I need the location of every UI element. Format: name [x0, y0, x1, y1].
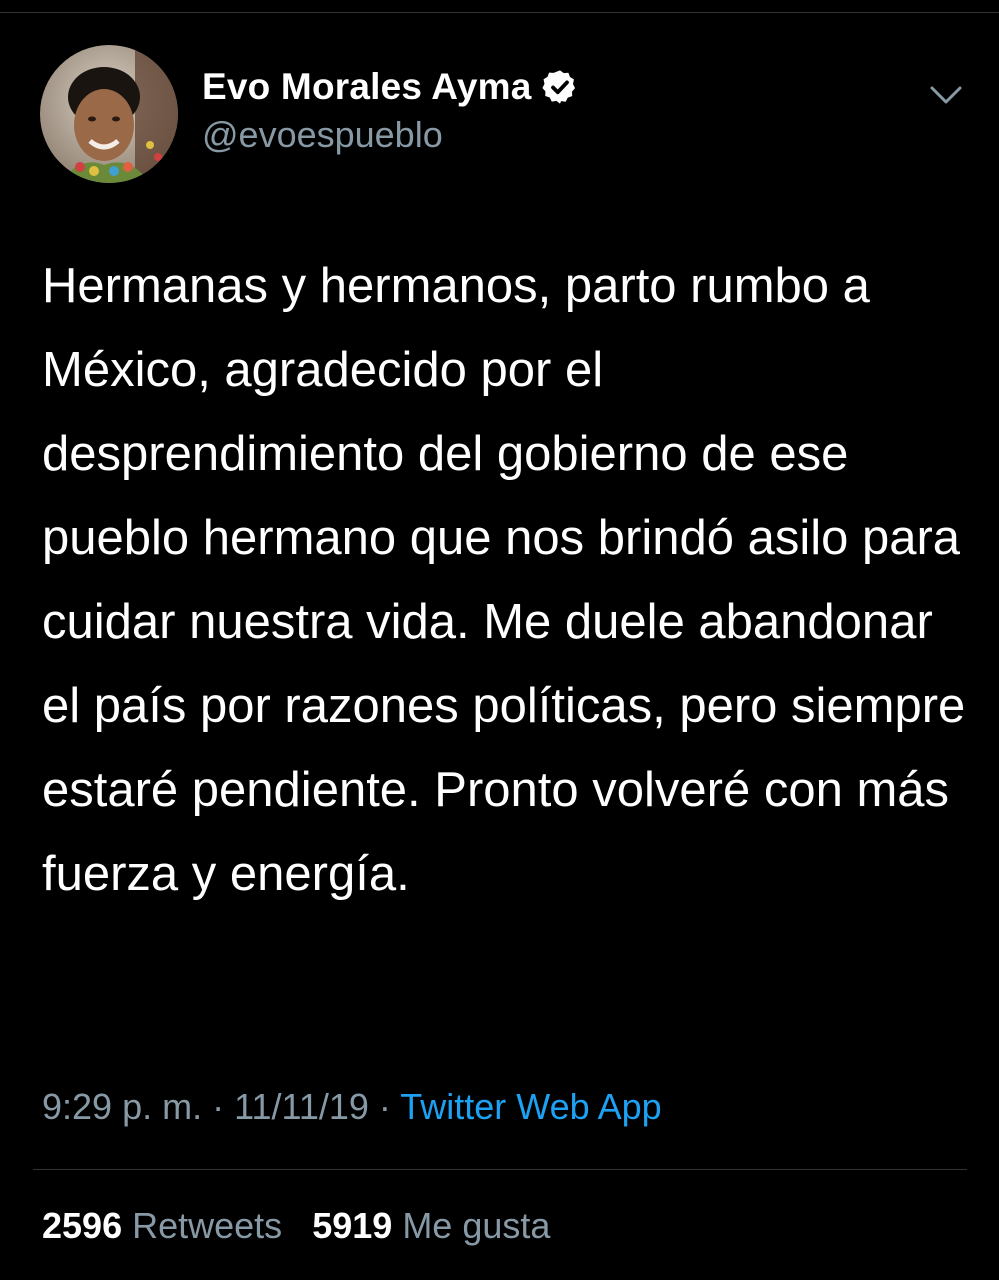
- meta-separator: ·: [368, 1086, 401, 1127]
- retweets-count: 2596: [42, 1205, 123, 1246]
- retweets-stat[interactable]: 2596 Retweets: [42, 1205, 282, 1246]
- tweet-meta: 9:29 p. m. · 11/11/19 · Twitter Web App: [42, 1086, 662, 1128]
- avatar[interactable]: [40, 45, 178, 183]
- author-handle[interactable]: @evoespueblo: [202, 114, 443, 156]
- tweet-date[interactable]: 11/11/19: [234, 1086, 369, 1127]
- top-divider: [0, 12, 999, 13]
- tweet-text: Hermanas y hermanos, parto rumbo a Méxic…: [42, 259, 966, 901]
- retweets-label: Retweets: [132, 1205, 283, 1246]
- tweet-stats: 2596 Retweets 5919 Me gusta: [42, 1205, 550, 1247]
- tweet-source-link[interactable]: Twitter Web App: [400, 1086, 661, 1127]
- tweet-time[interactable]: 9:29 p. m.: [42, 1086, 202, 1127]
- likes-count: 5919: [312, 1205, 393, 1246]
- likes-label: Me gusta: [402, 1205, 551, 1246]
- author-name-row[interactable]: Evo Morales Ayma: [202, 66, 579, 108]
- chevron-down-icon[interactable]: [926, 80, 966, 110]
- avatar-photo: [40, 45, 178, 183]
- verified-badge-icon: [542, 70, 576, 104]
- likes-stat[interactable]: 5919 Me gusta: [312, 1205, 550, 1246]
- stats-divider: [33, 1169, 967, 1170]
- meta-separator: ·: [202, 1086, 235, 1127]
- author-display-name[interactable]: Evo Morales Ayma: [202, 66, 531, 108]
